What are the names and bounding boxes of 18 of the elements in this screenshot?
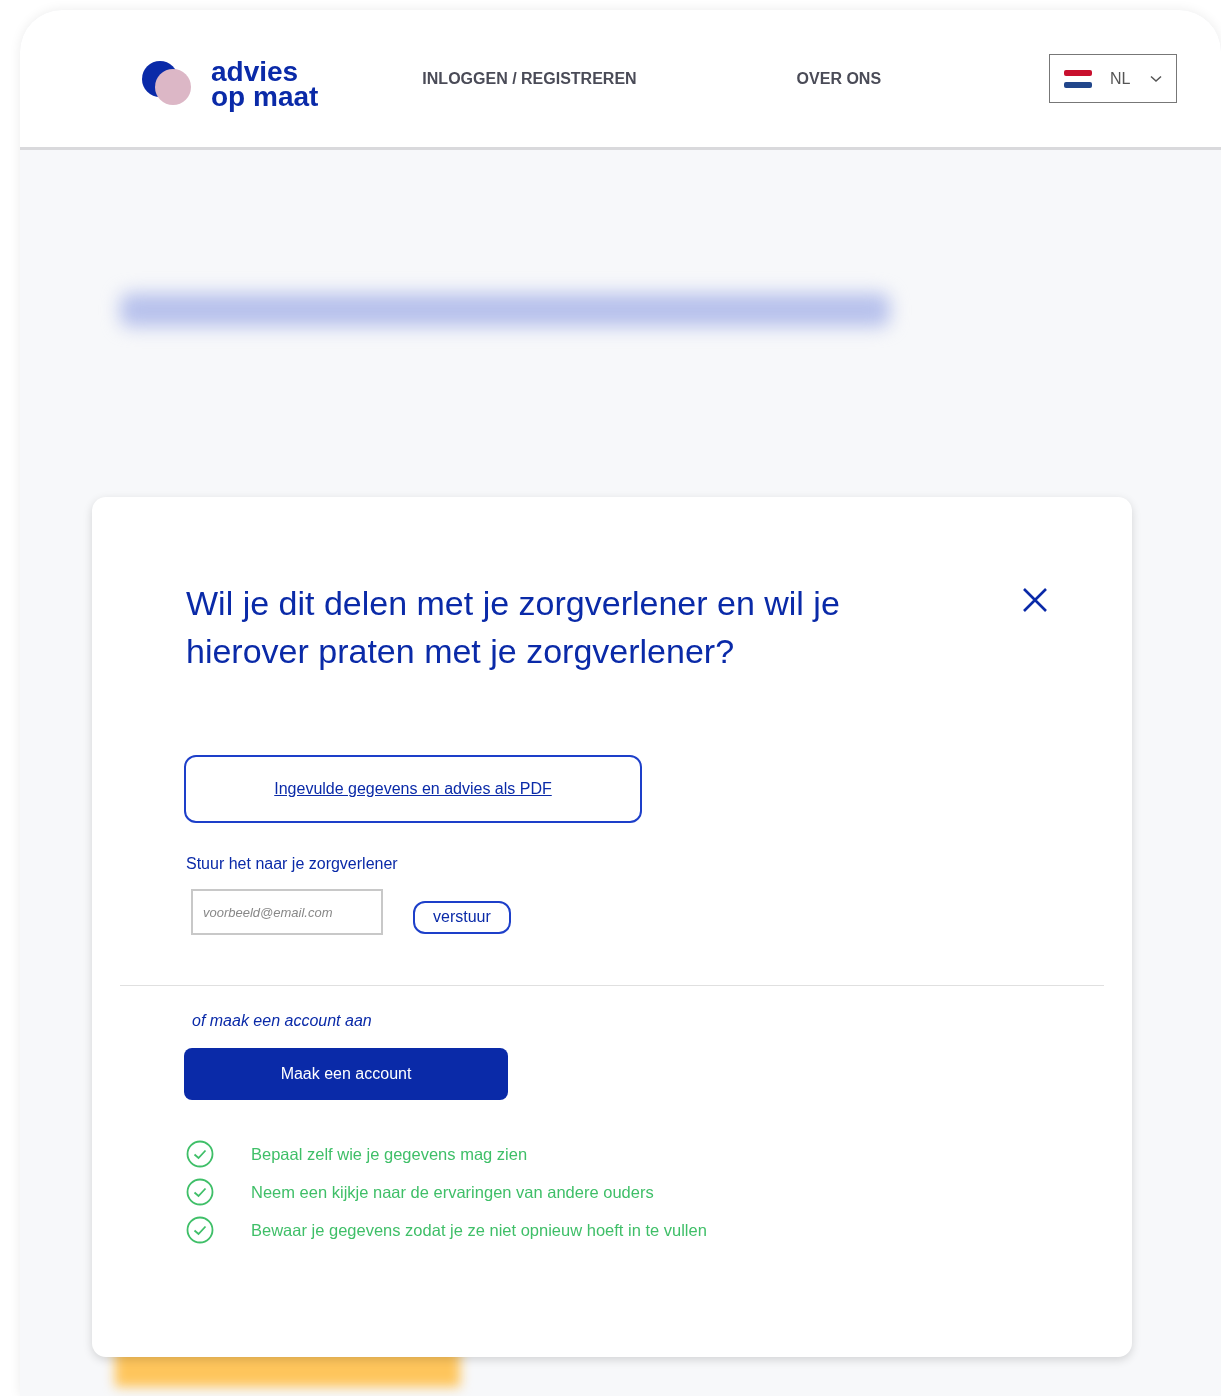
send-label: Stuur het naar je zorgverlener <box>186 855 399 873</box>
email-field[interactable]: voorbeeld@email.com <box>191 889 383 935</box>
benefit-text: Bewaar je gegevens zodat je ze niet opnieuw hoeft in te vullen <box>251 1220 707 1240</box>
benefit-text: Neem een kijkje naar de ervaringen van andere ouders <box>251 1182 654 1202</box>
benefit-text: Bepaal zelf wie je gegevens mag zien <box>251 1144 528 1164</box>
dialog-title: Wil je dit delen met je zorgverlener en wil je hierover praten met je zorgverlener? <box>186 583 841 672</box>
pdf-download-button[interactable]: Ingevulde gegevens en advies als PDF <box>184 755 642 823</box>
chevron-down-icon <box>1150 74 1162 83</box>
flag-icon <box>1064 69 1092 88</box>
language-select[interactable]: NL <box>1049 54 1177 103</box>
nav-link[interactable]: OVER ONS <box>796 69 882 88</box>
close-icon <box>1022 587 1048 613</box>
nav-link[interactable]: INLOGGEN / REGISTREREN <box>422 69 637 88</box>
create-account-button[interactable]: Maak een account <box>184 1048 508 1100</box>
logo-circles-icon <box>141 59 193 108</box>
account-hint: of maak een account aan <box>192 1012 373 1030</box>
logo-text[interactable]: advies <box>211 58 319 84</box>
send-button[interactable]: verstuur <box>413 900 511 934</box>
